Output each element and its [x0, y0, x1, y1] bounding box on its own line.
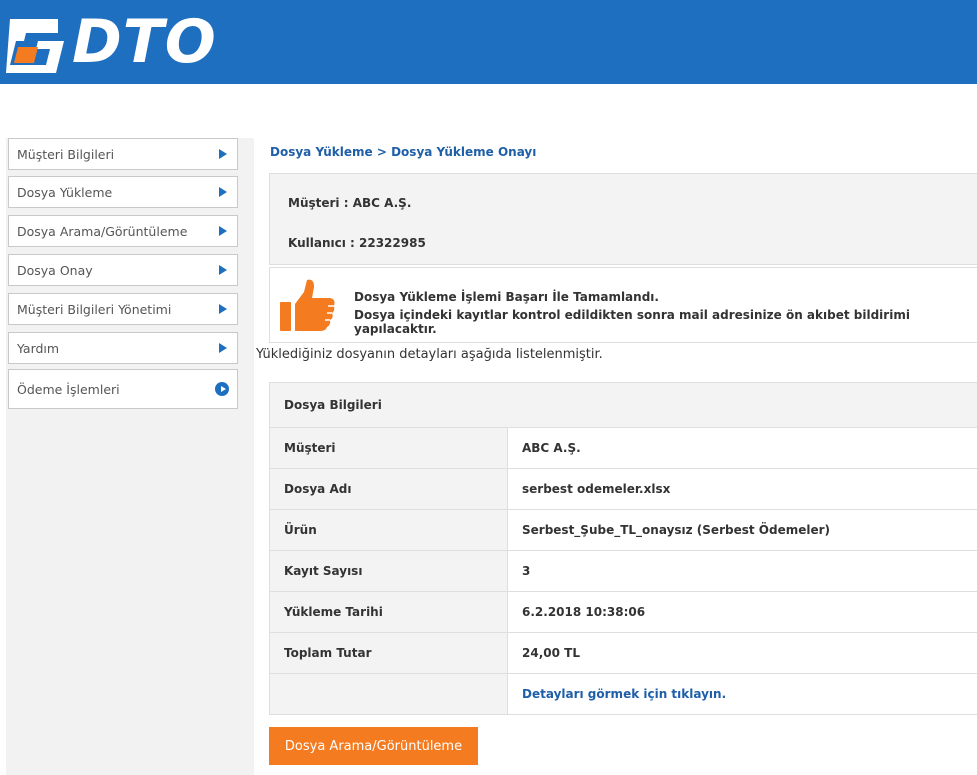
row-label: Ürün [270, 510, 508, 550]
sidebar-item-yardim[interactable]: Yardım [8, 332, 238, 364]
sidebar-item-label: Dosya Yükleme [17, 184, 113, 200]
row-label: Kayıt Sayısı [270, 551, 508, 591]
customer-info-panel: Müşteri : ABC A.Ş. Kullanıcı : 22322985 [269, 173, 977, 265]
sidebar-item-label: Ödeme İşlemleri [17, 381, 120, 397]
table-row: Detayları görmek için tıklayın. [270, 674, 977, 714]
sidebar-item-musteri-yonetimi[interactable]: Müşteri Bilgileri Yönetimi [8, 293, 238, 325]
logo-text: DTO [72, 7, 217, 77]
user-label: Kullanıcı : 22322985 [288, 236, 426, 250]
triangle-arrow-icon [219, 187, 227, 197]
dto-logo[interactable]: DTO [6, 8, 217, 76]
customer-label: Müşteri : ABC A.Ş. [288, 196, 412, 210]
row-label: Müşteri [270, 428, 508, 468]
thumbs-up-icon [280, 279, 335, 331]
sidebar-item-dosya-arama[interactable]: Dosya Arama/Görüntüleme [8, 215, 238, 247]
row-value: serbest odemeler.xlsx [522, 482, 671, 496]
sidebar-item-musteri-bilgileri[interactable]: Müşteri Bilgileri [8, 138, 238, 170]
triangle-arrow-icon [219, 343, 227, 353]
triangle-arrow-icon [219, 149, 227, 159]
table-row: Ürün Serbest_Şube_TL_onaysız (Serbest Öd… [270, 510, 977, 551]
sidebar: Müşteri Bilgileri Dosya Yükleme Dosya Ar… [6, 138, 254, 775]
row-value: Serbest_Şube_TL_onaysız (Serbest Ödemele… [522, 523, 831, 537]
sidebar-item-odeme-islemleri[interactable]: Ödeme İşlemleri [8, 369, 238, 409]
row-value: 6.2.2018 10:38:06 [522, 605, 646, 619]
row-value: 24,00 TL [522, 646, 580, 660]
triangle-arrow-icon [219, 226, 227, 236]
sidebar-item-label: Dosya Onay [17, 262, 93, 278]
file-search-button[interactable]: Dosya Arama/Görüntüleme [269, 727, 478, 765]
sidebar-item-dosya-onay[interactable]: Dosya Onay [8, 254, 238, 286]
row-label: Toplam Tutar [270, 633, 508, 673]
file-info-table: Dosya Bilgileri Müşteri ABC A.Ş. Dosya A… [269, 382, 977, 715]
row-label: Dosya Adı [270, 469, 508, 509]
success-detail: Dosya içindeki kayıtlar kontrol edildikt… [354, 308, 910, 336]
sidebar-item-label: Müşteri Bilgileri Yönetimi [17, 301, 172, 317]
sidebar-item-label: Müşteri Bilgileri [17, 146, 115, 162]
table-row: Müşteri ABC A.Ş. [270, 428, 977, 469]
table-row: Dosya Adı serbest odemeler.xlsx [270, 469, 977, 510]
sidebar-item-label: Yardım [17, 340, 60, 356]
details-link[interactable]: Detayları görmek için tıklayın. [522, 687, 726, 701]
sidebar-item-dosya-yukleme[interactable]: Dosya Yükleme [8, 176, 238, 208]
triangle-arrow-icon [219, 304, 227, 314]
row-label [270, 674, 508, 714]
circle-arrow-icon [215, 382, 229, 396]
row-label: Yükleme Tarihi [270, 592, 508, 632]
success-message-panel: Dosya Yükleme İşlemi Başarı İle Tamamlan… [269, 267, 977, 343]
table-title: Dosya Bilgileri [270, 383, 977, 428]
table-row: Yükleme Tarihi 6.2.2018 10:38:06 [270, 592, 977, 633]
success-title: Dosya Yükleme İşlemi Başarı İle Tamamlan… [354, 290, 659, 304]
row-value: ABC A.Ş. [522, 441, 581, 455]
triangle-arrow-icon [219, 265, 227, 275]
table-row: Toplam Tutar 24,00 TL [270, 633, 977, 674]
breadcrumb: Dosya Yükleme > Dosya Yükleme Onayı [270, 145, 537, 159]
header-bar: DTO [0, 0, 977, 84]
row-value: 3 [522, 564, 531, 578]
sidebar-item-label: Dosya Arama/Görüntüleme [17, 223, 188, 239]
intro-text: Yüklediğiniz dosyanın detayları aşağıda … [256, 347, 603, 362]
dto-logo-mark-icon [6, 19, 64, 73]
table-row: Kayıt Sayısı 3 [270, 551, 977, 592]
